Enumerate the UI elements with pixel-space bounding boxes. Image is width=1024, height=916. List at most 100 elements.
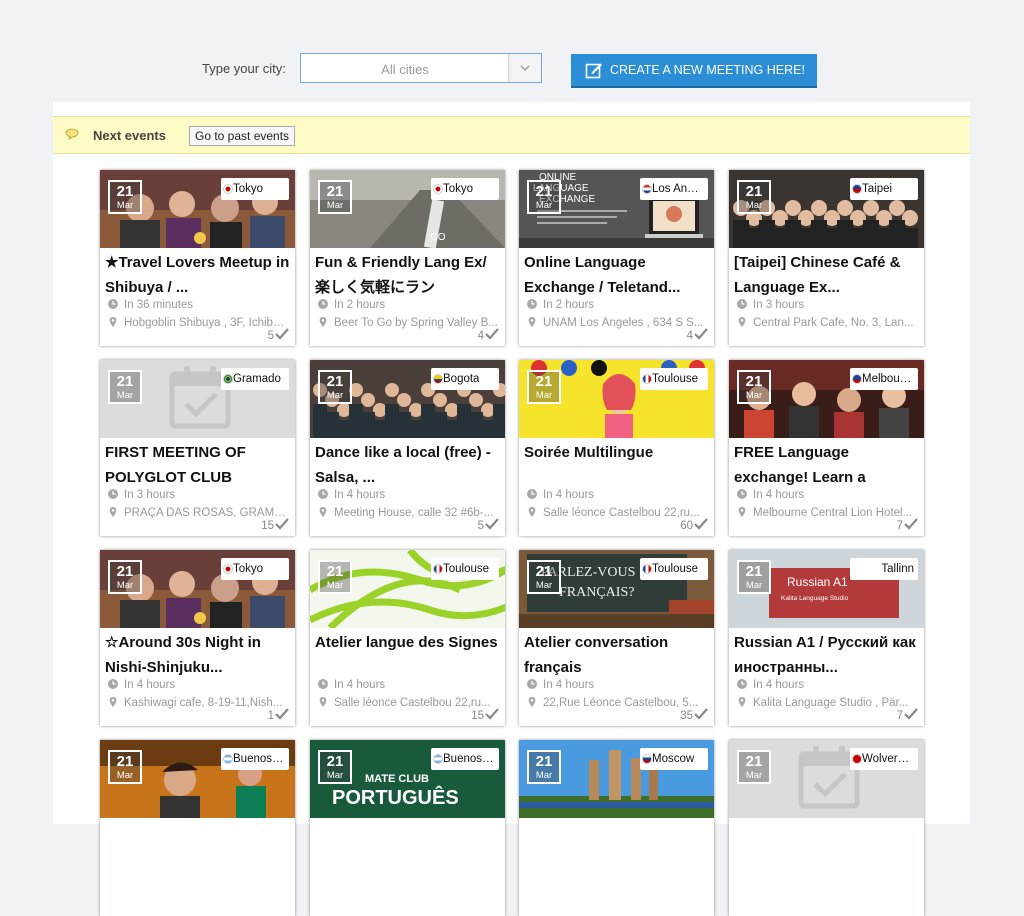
date-day: 21 xyxy=(326,373,344,390)
event-card[interactable]: 21 Mar Gramado FIRST MEETING OF POLYGLOT CL… xyxy=(100,360,295,536)
check-icon xyxy=(694,518,708,533)
event-card[interactable]: ONLINELANGUAGEEXCHANGE21MarLos AngelesOn… xyxy=(519,170,714,346)
clock-icon xyxy=(527,489,537,499)
city-name: Toulouse xyxy=(443,563,490,575)
date-badge: 21 Mar xyxy=(527,560,561,594)
event-title[interactable]: FIRST MEETING OF POLYGLOT CLUB xyxy=(105,440,291,490)
create-meeting-button[interactable]: CREATE A NEW MEETING HERE! xyxy=(571,54,817,88)
event-title[interactable]: Russian A1 / Русский как иностранны... xyxy=(734,630,920,680)
event-card[interactable]: PARLEZ-VOUS FRANÇAIS? 21 Mar Toulouse Atelier… xyxy=(519,550,714,726)
event-location: Kalita Language Studio , Pär... xyxy=(737,697,917,709)
event-card[interactable]: Russian A1 Kalita Language Studio 21 Mar Tal… xyxy=(729,550,924,726)
date-day: 21 xyxy=(116,183,134,200)
event-title[interactable] xyxy=(734,820,920,870)
event-location-text: 22,Rue Léonce Castelbou, 5... xyxy=(543,697,699,709)
event-card[interactable]: 21 Mar Melbourne FREE Language exchange! Le… xyxy=(729,360,924,536)
event-title[interactable]: Atelier conversation français xyxy=(524,630,710,680)
create-meeting-label: CREATE A NEW MEETING HERE! xyxy=(610,63,805,77)
city-name: Bogota xyxy=(443,373,480,385)
event-location: Meeting House, calle 32 #6b-... xyxy=(318,507,498,519)
event-time: In 4 hours xyxy=(108,679,288,691)
date-day: 21 xyxy=(745,183,763,200)
event-card[interactable]: 21 Mar Tokyo ★Travel Lovers Meetup in Shibu… xyxy=(100,170,295,346)
date-month: Mar xyxy=(535,770,553,781)
map-pin-icon xyxy=(108,697,118,707)
date-badge: 21 Mar xyxy=(108,750,142,784)
event-card[interactable]: 21Mar Wolverhampton xyxy=(729,740,924,916)
event-title[interactable] xyxy=(105,820,291,870)
city-name: Tokyo xyxy=(233,183,264,195)
city-select[interactable]: All cities xyxy=(300,53,542,83)
event-card[interactable]: 21 Mar Toulouse Soirée Multilingue In 4 hour… xyxy=(519,360,714,536)
check-icon xyxy=(275,708,289,723)
city-tag: Tokyo xyxy=(221,558,289,580)
event-title[interactable]: [Taipei] Chinese Café & Language Ex... xyxy=(734,250,920,300)
city-tag: Gramado xyxy=(221,368,289,390)
flag-icon xyxy=(852,374,862,384)
date-badge: 21 Mar xyxy=(108,560,142,594)
clock-icon xyxy=(737,679,747,689)
event-card[interactable]: 21Mar Buenos Aires xyxy=(100,740,295,916)
date-day: 21 xyxy=(116,753,134,770)
date-day: 21 xyxy=(326,753,344,770)
city-tag: Wolverhampton xyxy=(850,748,918,770)
event-time-text: In 4 hours xyxy=(753,679,805,691)
date-month: Mar xyxy=(326,770,344,781)
event-card[interactable]: 21 Mar Toulouse Atelier langue des Signes In… xyxy=(310,550,505,726)
city-name: Buenos Aires xyxy=(233,753,289,765)
event-title[interactable] xyxy=(524,820,710,870)
chalkboard-text-francais: FRANÇAIS? xyxy=(559,585,634,600)
map-pin-icon xyxy=(737,507,747,517)
city-name: Wolverhampton xyxy=(862,753,918,765)
attendee-count-value: 5 xyxy=(267,329,274,342)
check-icon xyxy=(904,518,918,533)
map-pin-icon xyxy=(108,317,118,327)
event-title[interactable]: Online Language Exchange / Teletand... xyxy=(524,250,710,300)
date-day: 21 xyxy=(326,183,344,200)
chevron-down-icon[interactable] xyxy=(508,54,541,82)
event-title[interactable] xyxy=(315,820,501,870)
date-month: Mar xyxy=(535,200,553,211)
event-time-text: In 36 minutes xyxy=(124,299,194,311)
event-time-text: In 4 hours xyxy=(124,679,176,691)
event-title[interactable]: Soirée Multilingue xyxy=(524,440,710,490)
event-title[interactable]: Dance like a local (free) - Salsa, ... xyxy=(315,440,501,490)
event-title[interactable]: Fun & Friendly Lang Ex/楽しく気軽にラン xyxy=(315,250,501,300)
events-panel: Next events Go to past events 21 Mar Tokyo… xyxy=(53,102,970,916)
event-title[interactable]: FREE Language exchange! Learn a xyxy=(734,440,920,490)
event-title[interactable]: ★Travel Lovers Meetup in Shibuya / ... xyxy=(105,250,291,300)
city-select-value: All cities xyxy=(381,62,429,77)
attendee-count: 7 xyxy=(897,518,918,533)
event-location: Central Park Cafe, No. 3, Lan... xyxy=(737,317,917,329)
event-card[interactable]: 21 Mar Taipei [Taipei] Chinese Café & Langu… xyxy=(729,170,924,346)
event-location-text: Hobgoblin Shibuya , 3F, Ichiba... xyxy=(124,317,288,329)
flag-icon xyxy=(642,564,652,574)
date-month: Mar xyxy=(326,390,344,401)
map-pin-icon xyxy=(318,697,328,707)
event-time: In 2 hours xyxy=(318,299,498,311)
date-badge: 21 Mar xyxy=(108,370,142,404)
event-card[interactable]: 21 Mar Tokyo ☆Around 30s Night in Nishi-Shi… xyxy=(100,550,295,726)
past-events-button[interactable]: Go to past events xyxy=(189,126,296,146)
search-bar: Type your city: All cities CREATE A NEW … xyxy=(0,0,1024,100)
city-tag: Taipei xyxy=(850,178,918,200)
event-title[interactable]: ☆Around 30s Night in Nishi-Shinjuku... xyxy=(105,630,291,680)
event-card[interactable]: 21 Mar Bogota Dance like a local (free) - S… xyxy=(310,360,505,536)
clock-icon xyxy=(108,489,118,499)
city-label: Type your city: xyxy=(202,61,286,76)
event-location: Kashiwagi cafe, 8-19-11,Nish... xyxy=(108,697,288,709)
city-tag: Moscow xyxy=(640,748,708,770)
map-pin-icon xyxy=(737,697,747,707)
attendee-count: 7 xyxy=(897,708,918,723)
attendee-count: 15 xyxy=(261,518,289,533)
flag-icon xyxy=(223,374,233,384)
flag-icon xyxy=(223,564,233,574)
date-day: 21 xyxy=(745,563,763,580)
event-time: In 4 hours xyxy=(527,489,707,501)
event-card[interactable]: GO 21 Mar Tokyo Fun & Friendly Lang Ex/楽しく気軽… xyxy=(310,170,505,346)
event-card[interactable]: 21 Mar Moscow xyxy=(519,740,714,916)
event-time: In 36 minutes xyxy=(108,299,288,311)
event-title[interactable]: Atelier langue des Signes xyxy=(315,630,501,680)
event-location-text: Beer To Go by Spring Valley B... xyxy=(334,317,498,329)
event-card[interactable]: MATE CLUBPORTUGUÊS21MarBuenos Aires xyxy=(310,740,505,916)
